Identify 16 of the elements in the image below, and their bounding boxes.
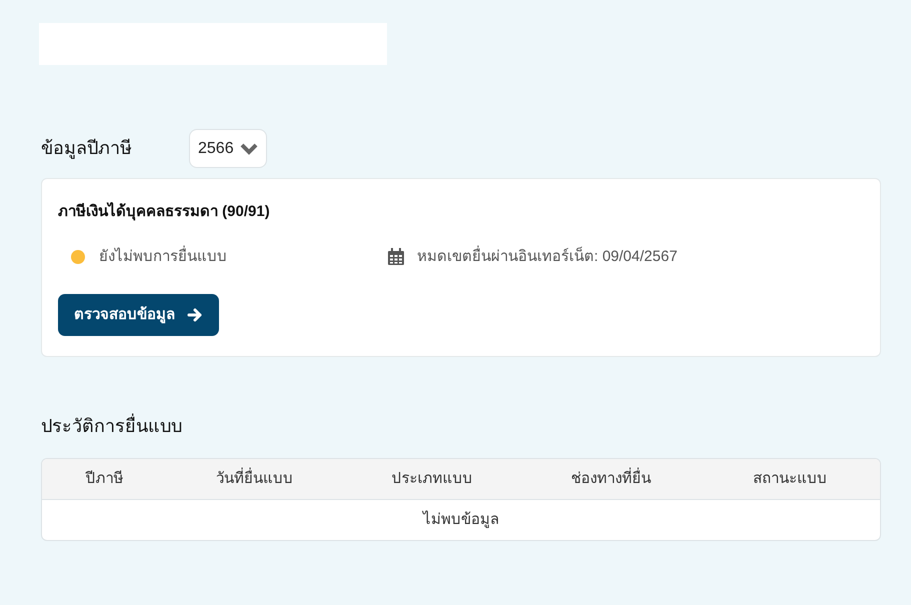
column-header: ช่องทางที่ยื่น: [570, 468, 652, 489]
column-header: สถานะแบบ: [752, 468, 828, 489]
empty-message: ไม่พบข้อมูล: [423, 510, 499, 530]
arrow-right-icon: [187, 307, 203, 323]
section-title: ข้อมูลปีภาษี: [41, 137, 133, 161]
section-title: ประวัติการยื่นแบบ: [41, 413, 881, 440]
column-header: วันที่ยื่นแบบ: [215, 468, 294, 489]
column-header: ปีภาษี: [84, 468, 124, 489]
calendar-icon: [387, 248, 405, 266]
column-header: ประเภทแบบ: [390, 468, 474, 489]
card-title: ภาษีเงินได้บุคคลธรรมดา (90/91): [58, 201, 271, 222]
deadline-text: หมดเขตยื่นผ่านอินเทอร์เน็ต: 09/04/2567: [417, 246, 678, 266]
status-text: ยังไม่พบการยื่นแบบ: [99, 246, 227, 266]
year-select[interactable]: 2566: [189, 129, 267, 168]
chevron-down-icon: [240, 142, 258, 154]
check-data-button[interactable]: ตรวจสอบข้อมูล: [58, 294, 219, 336]
